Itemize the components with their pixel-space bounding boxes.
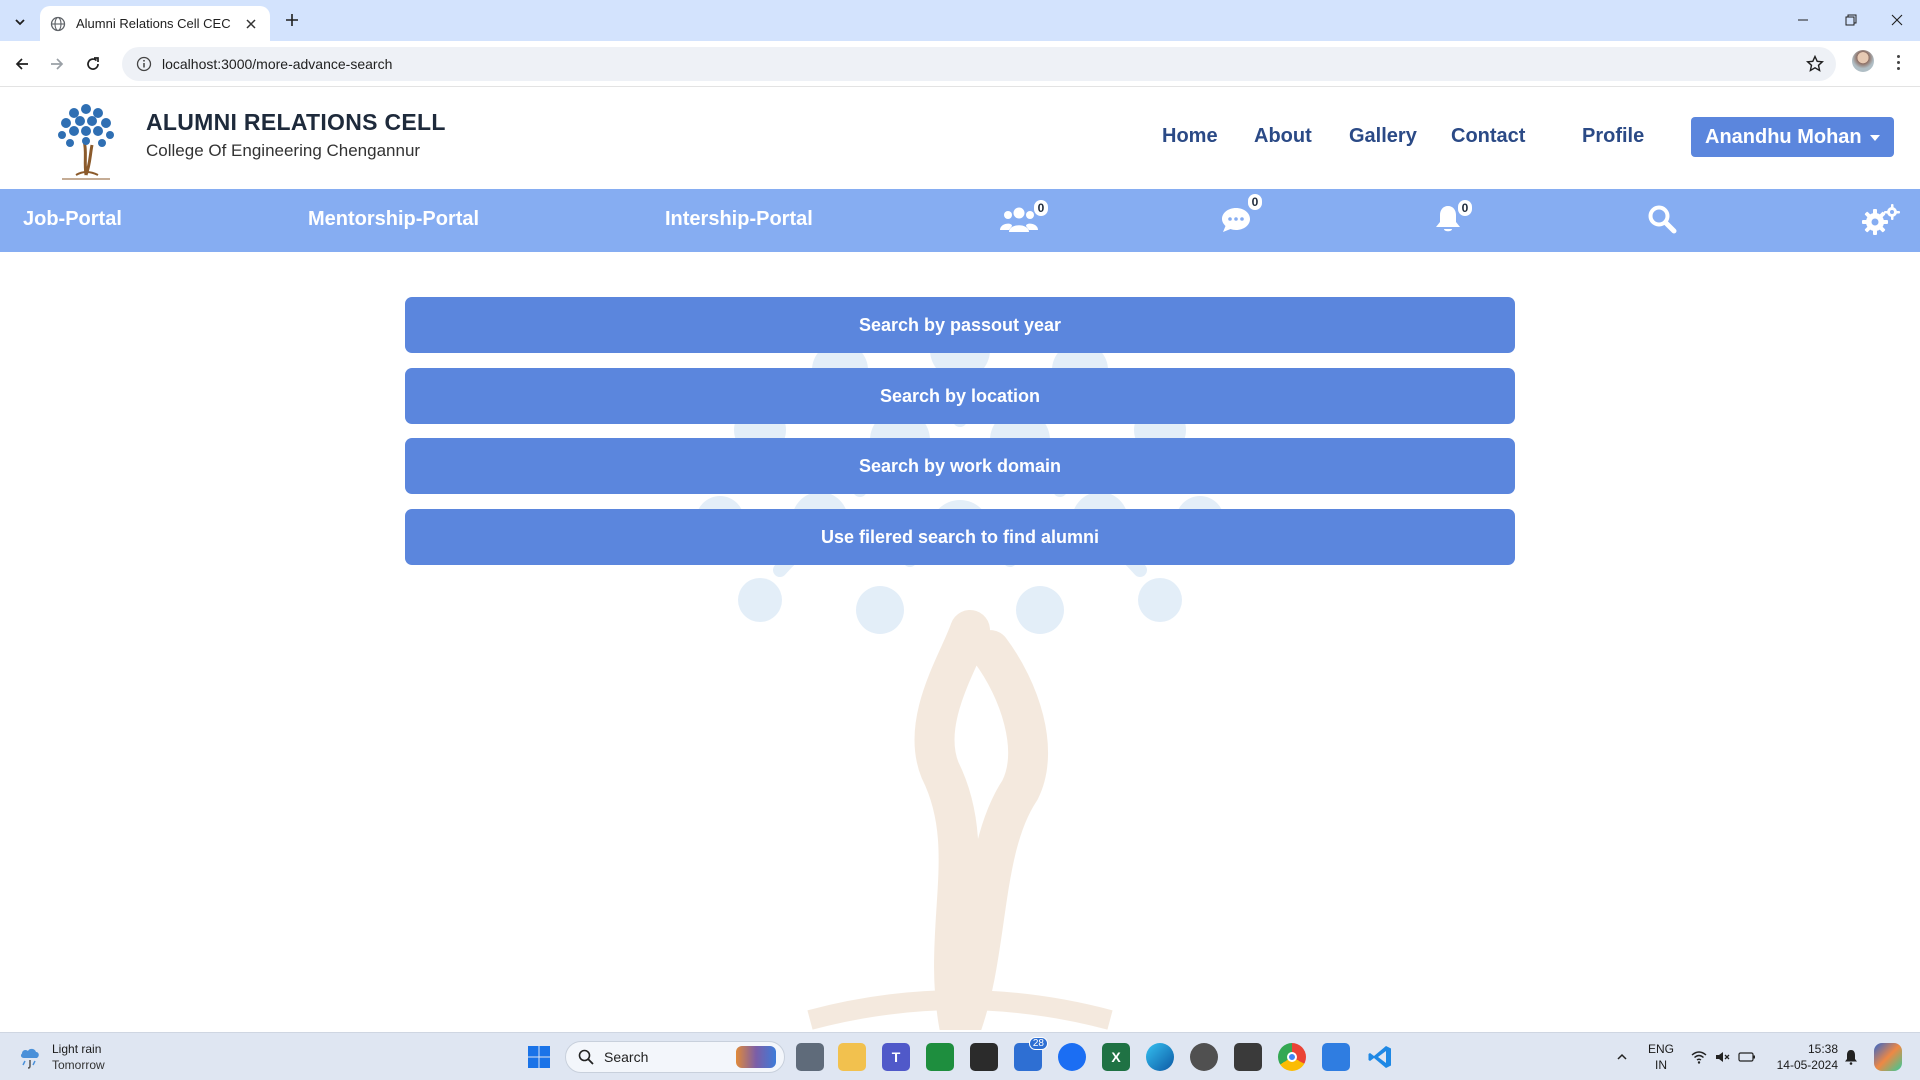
caret-down-icon <box>1870 135 1880 141</box>
notifications-count-badge: 0 <box>1458 200 1472 216</box>
address-bar[interactable]: localhost:3000/more-advance-search <box>122 47 1836 81</box>
site-info-icon[interactable] <box>136 56 152 72</box>
clock[interactable]: 15:38 14-05-2024 <box>1770 1041 1838 1073</box>
weather-subtitle: Tomorrow <box>52 1058 105 1072</box>
site-subtitle: College Of Engineering Chengannur <box>146 141 421 160</box>
notification-bell-icon[interactable] <box>1840 1043 1862 1071</box>
tab-search-chevron-icon[interactable] <box>8 10 32 34</box>
forward-arrow-icon[interactable] <box>42 49 72 79</box>
taskbar-search-box[interactable]: Search <box>565 1041 785 1073</box>
gears-icon <box>1862 204 1900 235</box>
vscode-icon[interactable] <box>1366 1043 1394 1071</box>
language-indicator[interactable]: ENG IN <box>1648 1041 1674 1073</box>
camera-icon[interactable] <box>1190 1043 1218 1071</box>
reload-icon[interactable] <box>78 49 108 79</box>
search-by-location-button[interactable]: Search by location <box>405 368 1515 424</box>
language-region: IN <box>1655 1058 1667 1072</box>
teams-icon[interactable]: T <box>882 1043 910 1071</box>
user-name: Anandhu Mohan <box>1705 125 1862 148</box>
nav-profile[interactable]: Profile <box>1582 125 1644 148</box>
speaker-muted-icon[interactable] <box>1712 1043 1734 1071</box>
search-by-work-domain-button[interactable]: Search by work domain <box>405 438 1515 494</box>
weather-widget[interactable]: Light rain Tomorrow <box>18 1041 105 1073</box>
rain-cloud-icon <box>20 1048 39 1069</box>
minimize-icon[interactable] <box>1780 0 1826 40</box>
search-by-passout-year-button[interactable]: Search by passout year <box>405 297 1515 353</box>
close-window-icon[interactable] <box>1874 0 1920 40</box>
background-tree-watermark <box>696 330 1224 1030</box>
app-icon[interactable] <box>1234 1043 1262 1071</box>
user-dropdown-button[interactable]: Anandhu Mohan <box>1691 117 1894 157</box>
filtered-search-button[interactable]: Use filered search to find alumni <box>405 509 1515 565</box>
restore-icon[interactable] <box>1828 0 1874 40</box>
messages-button[interactable]: 0 <box>1220 194 1266 236</box>
clock-date: 14-05-2024 <box>1776 1058 1838 1072</box>
tab-title: Alumni Relations Cell CEC <box>76 16 231 31</box>
taskbar-search-label: Search <box>604 1049 649 1065</box>
clock-time: 15:38 <box>1807 1042 1838 1056</box>
search-nav-button[interactable] <box>1647 204 1677 236</box>
chevron-up-icon[interactable] <box>1612 1043 1632 1071</box>
internship-portal-link[interactable]: Intership-Portal <box>665 208 813 231</box>
job-portal-link[interactable]: Job-Portal <box>23 208 122 231</box>
file-explorer-icon[interactable] <box>838 1043 866 1071</box>
nav-home[interactable]: Home <box>1162 125 1218 148</box>
friends-button[interactable]: 0 <box>1000 200 1052 236</box>
portal-nav-bar: Job-Portal Mentorship-Portal Intership-P… <box>0 189 1920 252</box>
search-highlight-icon <box>736 1046 776 1068</box>
nav-contact[interactable]: Contact <box>1451 125 1525 148</box>
chrome-icon[interactable] <box>1278 1043 1306 1071</box>
search-icon <box>1648 205 1677 234</box>
globe-icon <box>50 16 66 32</box>
settings-button[interactable] <box>1862 204 1902 236</box>
alumni-tree-logo[interactable] <box>46 95 126 183</box>
friends-count-badge: 0 <box>1034 200 1048 216</box>
users-group-icon <box>1000 207 1038 232</box>
mail-icon[interactable]: 28 <box>1014 1037 1048 1071</box>
windows-start-icon[interactable] <box>525 1043 553 1071</box>
terminal-icon[interactable] <box>970 1043 998 1071</box>
notifications-button[interactable]: 0 <box>1434 200 1478 236</box>
bookmark-star-icon[interactable] <box>1805 54 1825 73</box>
site-title: ALUMNI RELATIONS CELL <box>146 109 446 135</box>
wifi-icon[interactable] <box>1688 1043 1710 1071</box>
new-tab-plus-icon[interactable] <box>280 8 304 32</box>
site-header: ALUMNI RELATIONS CELL College Of Enginee… <box>0 87 1920 189</box>
task-view-icon[interactable] <box>796 1043 824 1071</box>
browser-toolbar: localhost:3000/more-advance-search <box>0 41 1920 87</box>
url-text: localhost:3000/more-advance-search <box>162 56 393 72</box>
mentorship-portal-link[interactable]: Mentorship-Portal <box>308 208 479 231</box>
nav-about[interactable]: About <box>1254 125 1312 148</box>
windows-taskbar: Light rain Tomorrow Search T 28 X ENG IN <box>0 1032 1920 1080</box>
excel-icon[interactable]: X <box>1102 1043 1130 1071</box>
store-icon[interactable] <box>1058 1043 1086 1071</box>
search-icon <box>578 1049 594 1065</box>
nav-gallery[interactable]: Gallery <box>1349 125 1417 148</box>
messages-count-badge: 0 <box>1248 194 1262 210</box>
meet-icon[interactable] <box>926 1043 954 1071</box>
battery-icon[interactable] <box>1736 1043 1758 1071</box>
notepad-icon[interactable] <box>1322 1043 1350 1071</box>
browser-menu-icon[interactable] <box>1888 52 1908 72</box>
language-code: ENG <box>1648 1042 1675 1056</box>
close-icon[interactable] <box>242 15 260 33</box>
browser-tab-active[interactable]: Alumni Relations Cell CEC <box>40 6 270 41</box>
chat-bubble-icon <box>1222 208 1250 232</box>
copilot-icon[interactable] <box>1874 1043 1902 1071</box>
browser-tab-strip: Alumni Relations Cell CEC <box>0 0 1920 41</box>
mail-badge: 28 <box>1028 1037 1048 1050</box>
browser-profile-avatar[interactable] <box>1852 50 1874 72</box>
back-arrow-icon[interactable] <box>7 49 37 79</box>
edge-icon[interactable] <box>1146 1043 1174 1071</box>
weather-title: Light rain <box>52 1042 102 1056</box>
